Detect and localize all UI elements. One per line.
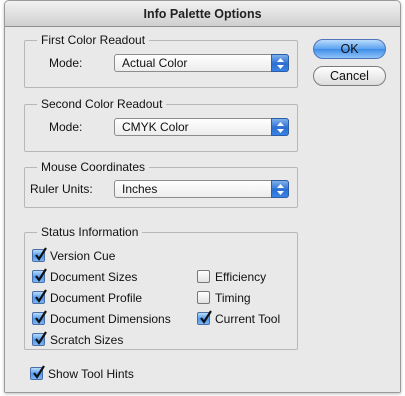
- ok-button[interactable]: OK: [313, 39, 386, 59]
- select-value: Actual Color: [122, 56, 188, 70]
- checkbox-label: Show Tool Hints: [48, 367, 134, 381]
- select-value: Inches: [122, 182, 158, 196]
- checkbox-box: [32, 331, 47, 346]
- checkbox-label: Scratch Sizes: [50, 333, 124, 347]
- checkbox-box: [32, 247, 47, 262]
- info-palette-options-dialog: Info Palette Options First Color Readout…: [4, 0, 401, 393]
- status-information-group: Status Information Version Cue Document …: [24, 224, 298, 350]
- checkbox-box: [197, 291, 210, 304]
- checkbox-box: [32, 289, 47, 304]
- first-color-mode-select[interactable]: Actual Color: [114, 54, 289, 72]
- second-color-readout-group: Second Color Readout Mode: CMYK Color: [24, 96, 298, 152]
- popup-arrows-icon: [271, 118, 289, 136]
- checkbox-label: Document Sizes: [50, 270, 138, 284]
- popup-arrows-icon: [271, 54, 289, 72]
- ruler-units-label: Ruler Units:: [30, 182, 93, 196]
- checkbox-box: [30, 365, 45, 380]
- checkbox-label: Timing: [215, 291, 251, 305]
- group-title: First Color Readout: [37, 32, 150, 48]
- cancel-button[interactable]: Cancel: [313, 66, 386, 86]
- group-title: Status Information: [37, 224, 143, 240]
- select-value: CMYK Color: [122, 120, 189, 134]
- mode-label: Mode:: [49, 56, 83, 70]
- window-title: Info Palette Options: [5, 1, 400, 27]
- dialog-body: First Color Readout Mode: Actual Color O…: [5, 28, 400, 392]
- checkbox-box: [197, 270, 210, 283]
- group-title: Mouse Coordinates: [37, 159, 150, 175]
- checkbox-label: Efficiency: [215, 270, 267, 284]
- checkbox-label: Version Cue: [50, 249, 116, 263]
- checkbox-label: Document Profile: [50, 291, 143, 305]
- checkbox-box: [197, 310, 212, 325]
- checkbox-box: [32, 268, 47, 283]
- first-color-readout-group: First Color Readout Mode: Actual Color: [24, 32, 298, 88]
- checkbox-label: Document Dimensions: [50, 312, 171, 326]
- ruler-units-select[interactable]: Inches: [114, 180, 289, 198]
- popup-arrows-icon: [271, 180, 289, 198]
- checkbox-label: Current Tool: [215, 312, 281, 326]
- mode-label: Mode:: [49, 120, 83, 134]
- second-color-mode-select[interactable]: CMYK Color: [114, 118, 289, 136]
- group-title: Second Color Readout: [37, 96, 167, 112]
- checkbox-box: [32, 310, 47, 325]
- mouse-coordinates-group: Mouse Coordinates Ruler Units: Inches: [24, 159, 298, 208]
